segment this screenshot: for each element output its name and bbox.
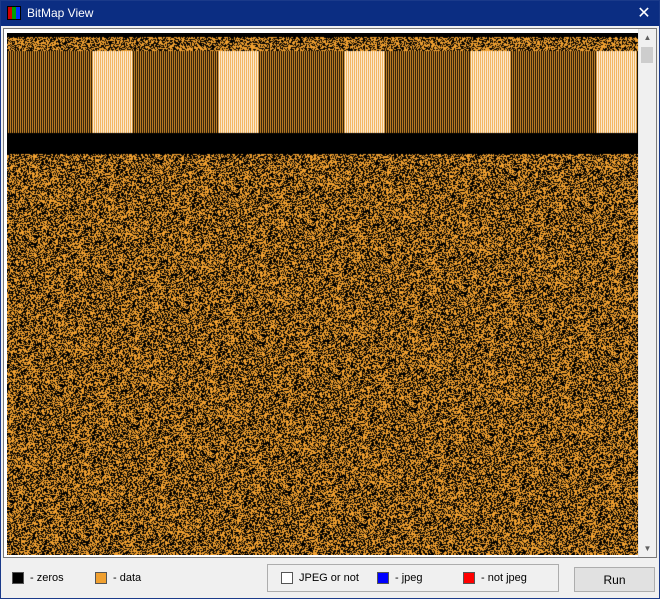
bitmap-panel: ▲ ▼ bbox=[3, 28, 657, 558]
close-icon[interactable]: ✕ bbox=[629, 1, 659, 26]
data-swatch bbox=[95, 572, 107, 584]
jpeg-or-not-label: JPEG or not bbox=[299, 572, 359, 584]
legend-data: - data bbox=[95, 571, 141, 585]
zeros-label: - zeros bbox=[30, 572, 64, 584]
legend-not-jpeg: - not jpeg bbox=[463, 571, 527, 585]
jpeg-swatch bbox=[377, 572, 389, 584]
jpeg-label: - jpeg bbox=[395, 572, 423, 584]
scroll-thumb[interactable] bbox=[641, 47, 653, 63]
zeros-swatch bbox=[12, 572, 24, 584]
legend-zeros: - zeros bbox=[12, 571, 64, 585]
jpeg-or-not-swatch bbox=[281, 572, 293, 584]
title-bar[interactable]: BitMap View ✕ bbox=[1, 1, 659, 26]
run-button[interactable]: Run bbox=[574, 567, 655, 592]
scroll-down-icon[interactable]: ▼ bbox=[639, 540, 656, 557]
bitmap-view-window: BitMap View ✕ ▲ ▼ - zeros - data JPEG or… bbox=[0, 0, 660, 599]
not-jpeg-swatch bbox=[463, 572, 475, 584]
legend-jpeg-or-not: JPEG or not bbox=[281, 571, 359, 585]
legend-jpeg: - jpeg bbox=[377, 571, 423, 585]
app-icon bbox=[7, 6, 21, 20]
scroll-up-icon[interactable]: ▲ bbox=[639, 29, 656, 46]
vertical-scrollbar[interactable]: ▲ ▼ bbox=[638, 29, 656, 557]
data-label: - data bbox=[113, 572, 142, 584]
not-jpeg-label: - not jpeg bbox=[481, 572, 527, 584]
bitmap-canvas[interactable] bbox=[7, 33, 639, 555]
legend-footer: - zeros - data JPEG or not - jpeg - not … bbox=[1, 559, 659, 598]
window-title: BitMap View bbox=[27, 6, 94, 20]
